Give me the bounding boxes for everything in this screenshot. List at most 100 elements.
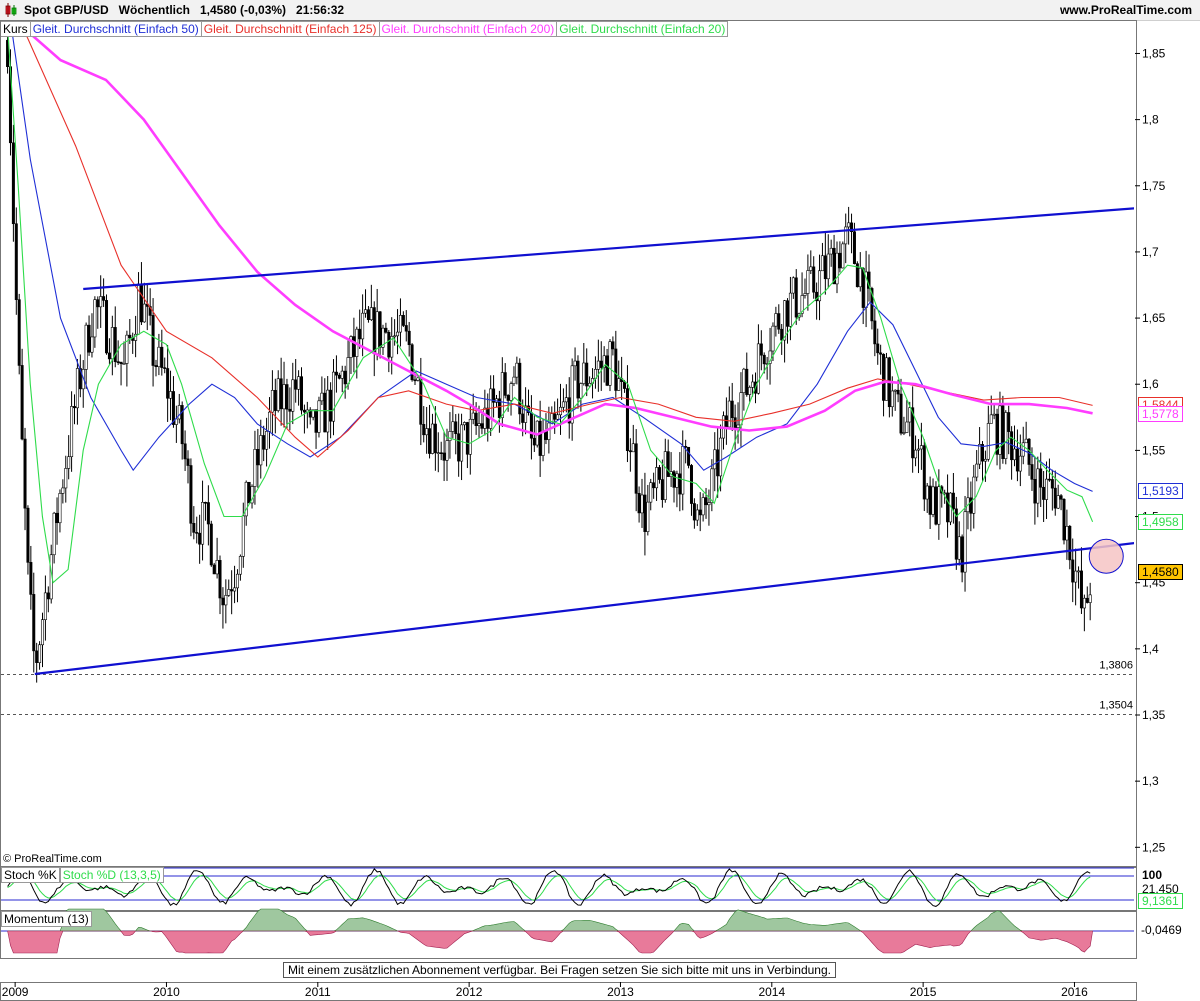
legend-item-kurs[interactable]: Kurs [1, 21, 31, 37]
candle-body [457, 433, 461, 462]
candle-body [471, 412, 475, 420]
candle-body [288, 408, 292, 412]
candle-body [279, 378, 283, 410]
candle-body [203, 501, 207, 504]
candle-body [247, 481, 251, 504]
momentum-value: -0,0469 [1141, 923, 1182, 937]
legend-item-sma50[interactable]: Gleit. Durchschnitt (Einfach 50) [30, 21, 202, 37]
candle-body [96, 299, 100, 308]
candle-body [637, 493, 641, 514]
candle-body [361, 312, 365, 340]
candle-body [713, 449, 717, 470]
candle-body [442, 452, 446, 461]
candle-body [297, 376, 301, 390]
candle-body [1047, 478, 1051, 481]
y-tick-label: 1,7 [1142, 245, 1159, 259]
legend-item-sma20[interactable]: Gleit. Durchschnitt (Einfach 20) [557, 21, 729, 37]
candle-body [474, 412, 478, 427]
candle-body [564, 397, 568, 403]
candle-body [189, 465, 193, 524]
candle-body [771, 325, 775, 352]
candle-body [300, 376, 304, 411]
candle-body [262, 435, 266, 450]
candle-body [500, 372, 504, 418]
candle-body [512, 376, 516, 384]
candle-body [1088, 594, 1092, 603]
candle-body [477, 423, 481, 427]
candle-body [509, 383, 513, 401]
y-tick-label: 1,3 [1142, 774, 1159, 788]
candle-body [387, 332, 391, 358]
candle-body [608, 341, 612, 386]
candle-body [762, 354, 766, 365]
candle-body [611, 341, 615, 350]
candle-body [675, 473, 679, 488]
candle-body [884, 357, 888, 401]
momentum-legend: Momentum (13) [1, 911, 92, 927]
candle-body [812, 266, 816, 293]
candle-body [759, 343, 763, 356]
candle-body [460, 424, 464, 462]
chart-svg[interactable]: 1,851,81,751,71,651,61,551,51,451,41,351… [0, 0, 1200, 1000]
candle-body [701, 497, 705, 516]
candle-body [687, 446, 691, 466]
candle-body [177, 405, 181, 420]
candle-body [1033, 479, 1037, 504]
candle-body [332, 371, 336, 422]
legend-item-sma125[interactable]: Gleit. Durchschnitt (Einfach 125) [201, 21, 380, 37]
candle-body [285, 384, 289, 410]
candle-body [617, 378, 621, 391]
candle-body [17, 299, 21, 366]
candle-body [553, 413, 557, 420]
candle-body [462, 422, 466, 426]
candle-body [445, 440, 449, 461]
candle-body [989, 414, 993, 424]
candle-body [666, 451, 670, 477]
candle-body [946, 492, 950, 523]
candle-body [646, 501, 650, 532]
candle-body [730, 400, 734, 418]
candle-body [11, 142, 15, 225]
candle-body [983, 458, 987, 462]
candle-body [876, 343, 880, 354]
legend-item-stoch-d[interactable]: Stoch %D (13,3,5) [59, 867, 164, 883]
candle-body [55, 512, 59, 524]
candle-body [1053, 487, 1057, 509]
candle-body [302, 409, 306, 413]
candle-body [724, 415, 728, 428]
candle-body [201, 501, 205, 545]
upper-trendline [83, 207, 1134, 291]
y-tick-label: 1,65 [1142, 311, 1166, 325]
candle-body [561, 401, 565, 408]
legend-item-sma200[interactable]: Gleit. Durchschnitt (Einfach 200) [379, 21, 558, 37]
y-tick-label: 1,55 [1142, 443, 1166, 457]
x-tick-label: 2014 [758, 985, 785, 999]
legend-item-momentum[interactable]: Momentum (13) [1, 911, 92, 927]
candle-body [832, 247, 836, 285]
stoch-axis-100: 100 [1142, 868, 1163, 882]
candle-body [323, 392, 327, 433]
candle-body [992, 413, 996, 416]
candle-body [398, 315, 402, 333]
price-tag: 1,5193 [1138, 483, 1183, 499]
candle-body [1045, 478, 1049, 500]
candle-body [90, 336, 94, 353]
candle-body [352, 336, 356, 357]
candle-body [934, 486, 938, 525]
candle-body [809, 266, 813, 271]
candle-body [585, 362, 589, 387]
candle-body [777, 313, 781, 330]
candle-body [861, 267, 865, 308]
legend-item-stoch-k[interactable]: Stoch %K [1, 867, 60, 883]
candle-body [1085, 597, 1089, 603]
y-tick-label: 1,8 [1142, 113, 1159, 127]
candle-body [847, 222, 851, 228]
candle-body [468, 418, 472, 455]
candle-body [541, 431, 545, 456]
subscription-notice: Mit einem zusätzlichen Abonnement verfüg… [283, 962, 836, 978]
candle-body [241, 515, 245, 557]
candle-body [780, 328, 784, 341]
candle-body [908, 407, 912, 423]
candle-body [742, 368, 746, 393]
candle-body [957, 536, 961, 560]
